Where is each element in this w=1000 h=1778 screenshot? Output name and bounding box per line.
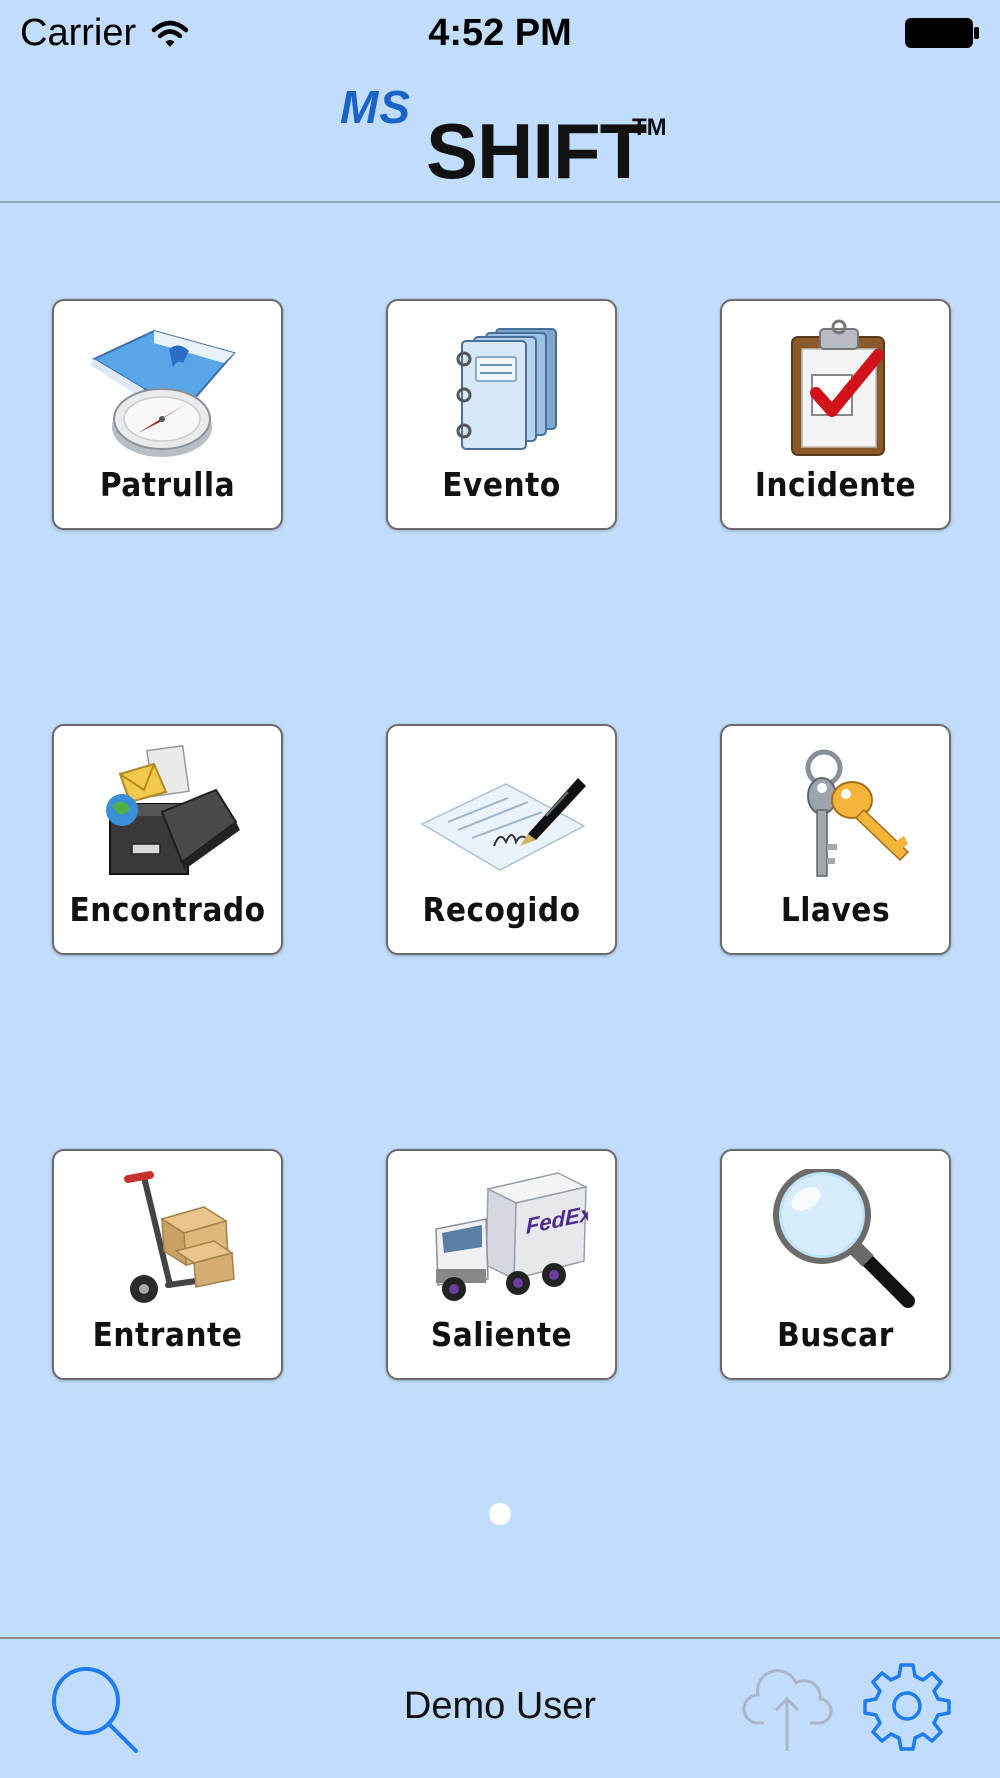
tile-label: Llaves (780, 890, 891, 929)
tile-incidente[interactable]: Incidente (720, 299, 951, 530)
tile-buscar[interactable]: Buscar (720, 1149, 951, 1380)
battery-icon (905, 18, 979, 48)
tile-evento[interactable]: Evento (386, 299, 617, 530)
tile-label: Patrulla (99, 465, 236, 504)
delivery-truck-icon: FedEx (435, 1172, 588, 1301)
cloud-upload-icon (742, 1669, 833, 1751)
drawer-box-icon (106, 744, 240, 875)
page-indicator-dot[interactable] (489, 1503, 511, 1525)
status-bar: Carrier 4:52 PM (0, 0, 1000, 70)
notebook-icon (456, 328, 557, 450)
logo-tm-text: TM (632, 114, 667, 141)
tile-patrulla[interactable]: Patrulla (52, 299, 283, 530)
tile-encontrado[interactable]: Encontrado (52, 724, 283, 955)
tile-label: Saliente (430, 1315, 573, 1354)
gear-icon[interactable] (862, 1661, 952, 1751)
map-compass-icon (90, 329, 236, 457)
tile-label: Entrante (92, 1315, 243, 1354)
clipboard-check-icon (791, 319, 885, 456)
tile-llaves[interactable]: Llaves (720, 724, 951, 955)
tile-recogido[interactable]: Recogido (386, 724, 617, 955)
tile-label: Buscar (777, 1315, 894, 1354)
status-time: 4:52 PM (428, 12, 572, 54)
tile-label: Recogido (422, 890, 581, 929)
toolbar-divider (0, 1637, 1000, 1639)
tile-label: Encontrado (69, 890, 266, 929)
logo-ms-text: MS (340, 81, 411, 133)
magnifier-icon (773, 1169, 915, 1308)
header-divider (0, 201, 1000, 203)
tile-label: Incidente (754, 465, 917, 504)
hand-truck-icon (124, 1171, 235, 1303)
tile-entrante[interactable]: Entrante (52, 1149, 283, 1380)
logo-shift-text: SHIFT (426, 107, 647, 195)
app-logo: MS SHIFT TM (338, 80, 668, 195)
current-user-label: Demo User (403, 1685, 597, 1727)
pen-signature-icon (420, 778, 586, 871)
tile-label: Evento (442, 465, 561, 504)
bottom-toolbar: Demo User (0, 1637, 1000, 1778)
tile-saliente[interactable]: FedEx Saliente (386, 1149, 617, 1380)
keys-icon (805, 749, 910, 877)
